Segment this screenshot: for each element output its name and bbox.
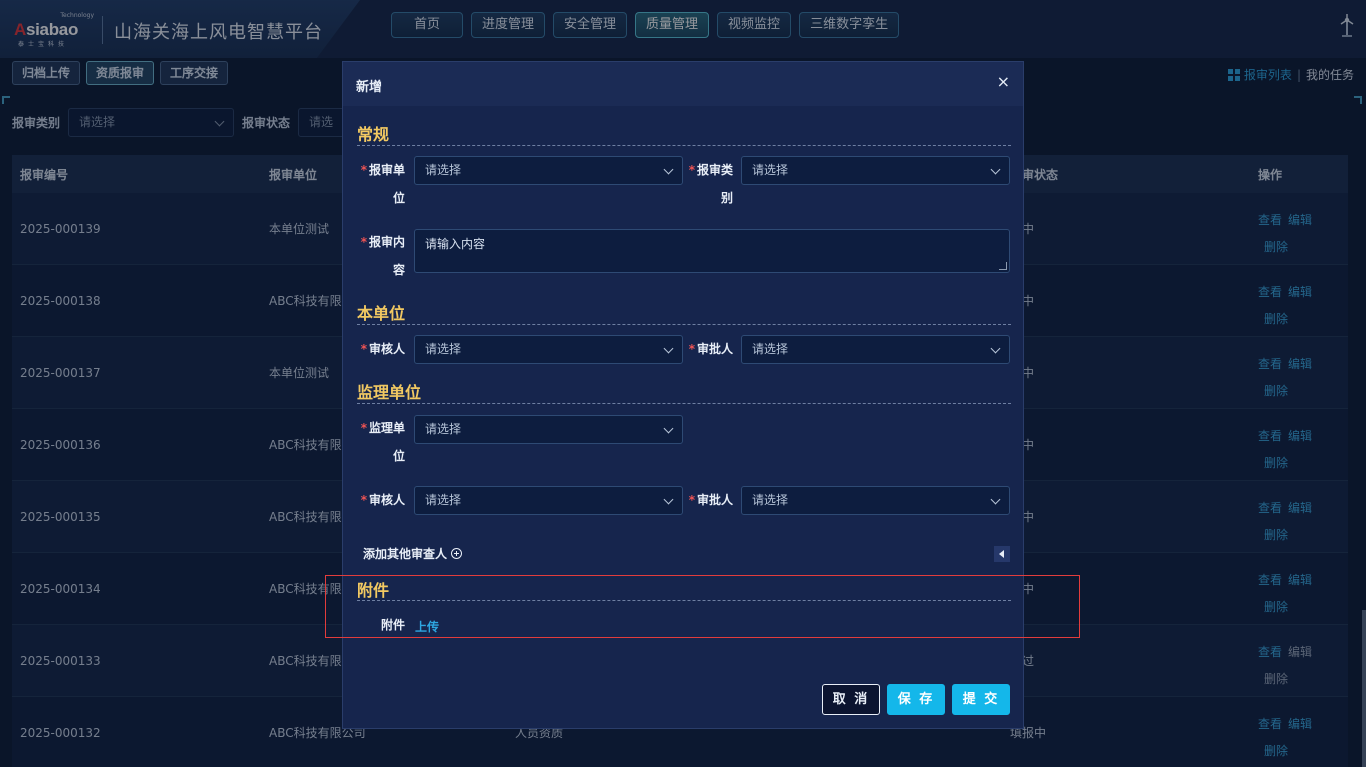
sup-reviewer-select[interactable]: 请选择 (414, 486, 683, 515)
label-sup-approver: * 审批人 (688, 493, 733, 507)
label-sup-reviewer: * 审核人 (360, 493, 405, 507)
chevron-down-icon (663, 164, 674, 175)
plus-circle-icon (451, 548, 463, 559)
chevron-down-icon (990, 164, 1001, 175)
chevron-down-icon (663, 423, 674, 434)
section-divider (357, 145, 1011, 146)
label-report-category: * 报审类别 (688, 163, 733, 205)
report-content-textarea[interactable]: 请输入内容 (414, 229, 1010, 273)
chevron-down-icon (990, 494, 1001, 505)
add-reviewer-button[interactable]: 添加其他审查人 (363, 545, 463, 562)
label-own-reviewer: * 审核人 (360, 342, 405, 356)
section-divider (357, 403, 1011, 404)
sup-approver-select[interactable]: 请选择 (741, 486, 1010, 515)
own-approver-select[interactable]: 请选择 (741, 335, 1010, 364)
section-title-own-unit: 本单位 (357, 304, 406, 323)
close-icon[interactable]: × (997, 73, 1010, 91)
section-title-attachment: 附件 (357, 581, 390, 600)
label-report-unit: * 报审单位 (360, 163, 405, 205)
report-unit-select[interactable]: 请选择 (414, 156, 683, 185)
own-reviewer-select[interactable]: 请选择 (414, 335, 683, 364)
chevron-down-icon (663, 494, 674, 505)
chevron-down-icon (990, 343, 1001, 354)
chevron-down-icon (663, 343, 674, 354)
save-button[interactable]: 保 存 (887, 684, 945, 715)
supervision-unit-select[interactable]: 请选择 (414, 415, 683, 444)
section-title-supervision: 监理单位 (357, 383, 422, 402)
resize-handle-icon[interactable] (999, 262, 1007, 270)
section-divider (357, 324, 1011, 325)
collapse-arrow-icon[interactable] (994, 546, 1010, 562)
upload-link[interactable]: 上传 (415, 618, 439, 635)
label-supervision-unit: * 监理单位 (360, 421, 405, 463)
label-own-approver: * 审批人 (688, 342, 733, 356)
report-category-select[interactable]: 请选择 (741, 156, 1010, 185)
label-attachment: 附件 (380, 618, 405, 632)
dialog-title: 新增 (356, 80, 383, 95)
section-divider (357, 600, 1011, 601)
add-review-dialog: 新增 × 常规 * 报审单位 请选择 * 报审类别 请选择 * 报审内容 请输入内容 … (342, 61, 1024, 729)
label-report-content: * 报审内容 (360, 235, 405, 277)
section-title-general: 常规 (357, 125, 390, 144)
cancel-button[interactable]: 取 消 (822, 684, 880, 715)
submit-button[interactable]: 提 交 (952, 684, 1010, 715)
dialog-header: 新增 × (343, 62, 1023, 106)
